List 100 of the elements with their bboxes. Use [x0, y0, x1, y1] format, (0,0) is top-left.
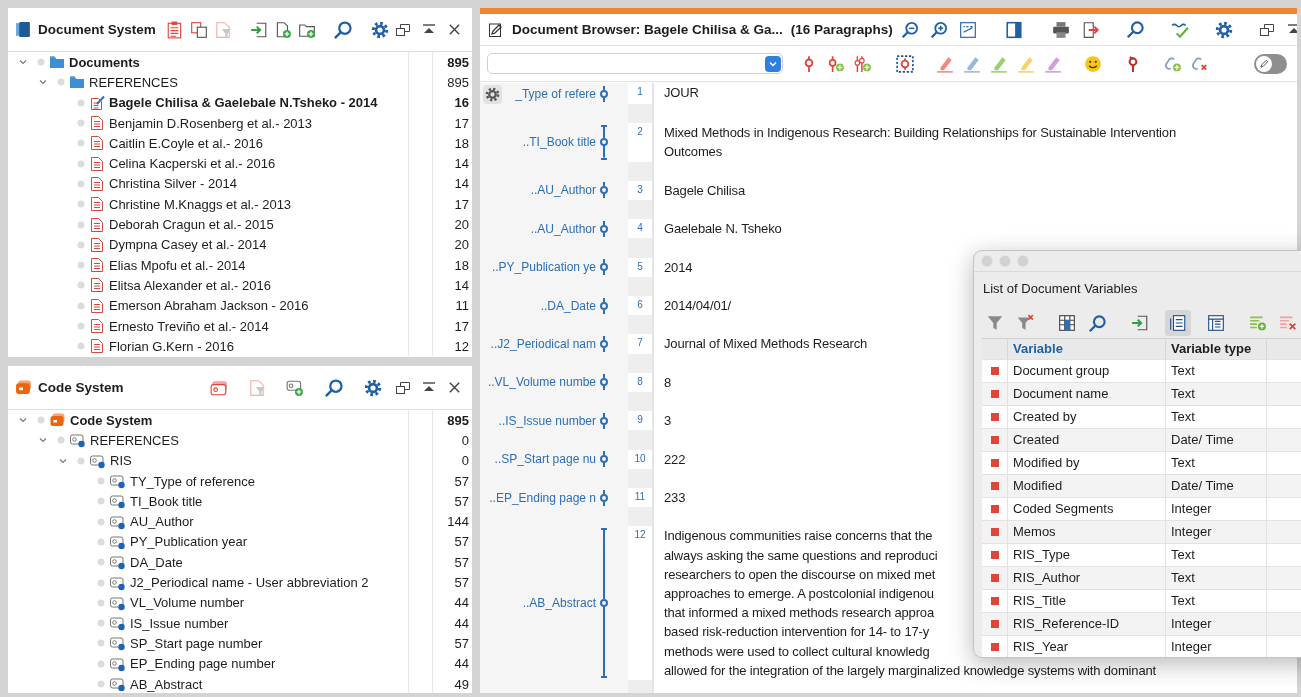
document-icon: [89, 115, 105, 132]
settings-icon[interactable]: [371, 20, 389, 39]
undock-icon[interactable]: [395, 379, 411, 396]
search-icon[interactable]: [333, 19, 354, 40]
tree-item[interactable]: Bagele Chilisa & Gaelebale N.Tsheko - 2014: [109, 95, 378, 111]
tree-item[interactable]: Code System: [70, 412, 153, 428]
variable-square-icon: [989, 366, 1000, 376]
code-marker-icon[interactable]: [599, 489, 608, 506]
count-label: 18: [454, 135, 469, 151]
code-marker-icon[interactable]: [599, 297, 608, 314]
count-label: 57: [454, 534, 469, 550]
code-icon: [69, 432, 86, 449]
code-marker-icon[interactable]: [599, 259, 608, 276]
tree-item[interactable]: TY_Type of reference: [130, 473, 255, 489]
paragraph-line: researchers to open the discourse on mixed met: [664, 565, 936, 584]
tree-item[interactable]: Elitsa Alexander et al.- 2016: [109, 277, 271, 293]
document-list-icon[interactable]: [165, 20, 184, 39]
code-icon: [109, 594, 126, 611]
tree-item[interactable]: Christina Silver - 2014: [109, 176, 237, 192]
tree-item[interactable]: Elias Mpofu et al.- 2014: [109, 257, 246, 273]
code-label[interactable]: ..AU_Author: [530, 221, 596, 236]
close-icon[interactable]: [447, 380, 462, 395]
tree-item[interactable]: Deborah Cragun et al.- 2015: [109, 217, 274, 232]
clear-filter-icon[interactable]: [1016, 314, 1034, 332]
tree-item[interactable]: Celina Kacperski et al.- 2016: [109, 156, 276, 172]
code-icon: [109, 513, 126, 530]
undock-icon[interactable]: [1258, 21, 1275, 38]
add-code-icon[interactable]: [827, 54, 845, 73]
tree-item[interactable]: RIS: [110, 453, 132, 469]
table-cell: Modified: [1007, 475, 1165, 497]
tree-item[interactable]: AB_Abstract: [130, 676, 203, 692]
table-cell: Date/ Time: [1165, 429, 1266, 451]
code-marker-icon[interactable]: [599, 335, 608, 352]
smiley-icon[interactable]: [1084, 54, 1102, 73]
search-icon[interactable]: [1125, 20, 1145, 39]
highlighter-icon[interactable]: [936, 54, 954, 73]
code-label[interactable]: ..TI_Book title: [522, 135, 596, 150]
detail-view-icon[interactable]: [1207, 314, 1225, 332]
tree-item[interactable]: Ernesto Treviño et al.- 2014: [109, 318, 269, 334]
tree-item[interactable]: Florian G.Kern - 2016: [109, 338, 234, 354]
tree-item[interactable]: Emerson Abraham Jackson - 2016: [109, 298, 309, 314]
tree-item[interactable]: SP_Start page number: [130, 635, 263, 651]
tree-item[interactable]: J2_Periodical name - User abbreviation 2: [130, 575, 369, 590]
tree-item[interactable]: EP_Ending page number: [130, 656, 276, 672]
tree-item[interactable]: Documents: [69, 54, 140, 70]
import-icon[interactable]: [249, 20, 268, 39]
list-view-button[interactable]: [1165, 310, 1191, 336]
code-icon: [109, 635, 126, 652]
add-codes-icon[interactable]: [854, 54, 872, 73]
paragraph-text: 222: [664, 450, 686, 469]
search-icon[interactable]: [1088, 313, 1107, 333]
tree-item[interactable]: VL_Volume number: [130, 595, 245, 611]
code-bracket-icon[interactable]: [599, 526, 608, 680]
settings-button[interactable]: [483, 85, 502, 104]
new-code-icon[interactable]: [285, 378, 304, 397]
code-marker-icon[interactable]: [599, 412, 608, 429]
code-dropdown[interactable]: [487, 53, 783, 74]
tree-item[interactable]: DA_Date: [130, 554, 183, 570]
tree-item[interactable]: Caitlin E.Coyle et al.- 2016: [109, 135, 263, 151]
zoom-out-icon[interactable]: [900, 20, 919, 39]
tree-item[interactable]: REFERENCES: [90, 432, 179, 448]
code-marker-icon[interactable]: [599, 374, 608, 391]
tree-item[interactable]: PY_Publication year: [130, 534, 248, 550]
delete-variable-icon[interactable]: [1279, 314, 1297, 332]
filter-icon[interactable]: [986, 314, 1004, 332]
print-icon[interactable]: [1050, 20, 1071, 39]
code-marker-icon[interactable]: [599, 451, 608, 468]
edit-mode-toggle[interactable]: [1254, 53, 1287, 74]
close-icon[interactable]: [447, 22, 462, 37]
code-marker-icon[interactable]: [599, 85, 608, 102]
column-header[interactable]: Variable type: [1165, 339, 1266, 359]
code-filter-icon[interactable]: [209, 378, 228, 397]
undock-icon[interactable]: [395, 21, 411, 38]
zoom-in-icon[interactable]: [929, 20, 948, 39]
tree-item[interactable]: AU_Author: [130, 514, 194, 530]
code-marker-icon[interactable]: [599, 182, 608, 199]
tree-item[interactable]: REFERENCES: [89, 74, 178, 90]
code-label[interactable]: ..AB_Abstract: [522, 596, 596, 611]
tree-item[interactable]: Benjamin D.Rosenberg et al.- 2013: [109, 115, 313, 131]
table-icon[interactable]: [1058, 314, 1076, 332]
table-cell: RIS_Author: [1007, 567, 1165, 589]
settings-icon[interactable]: [363, 378, 382, 397]
code-marker-icon[interactable]: [599, 220, 608, 237]
tree-item[interactable]: TI_Book title: [130, 493, 203, 509]
export-icon[interactable]: [1081, 20, 1100, 39]
code-label[interactable]: ..DA_Date: [540, 298, 596, 313]
search-icon[interactable]: [323, 377, 344, 398]
code-bracket-icon[interactable]: [599, 123, 608, 162]
tree-item[interactable]: IS_Issue number: [130, 615, 229, 631]
variable-square-icon: [989, 481, 1000, 491]
selection-box-icon[interactable]: [896, 54, 914, 73]
tree-item[interactable]: Christine M.Knaggs et al.- 2013: [109, 196, 292, 212]
import-icon[interactable]: [1131, 314, 1149, 332]
tree-item[interactable]: Dympna Casey et al.- 2014: [109, 237, 267, 253]
column-header[interactable]: Variable: [1007, 339, 1165, 359]
panel-icon[interactable]: [1004, 20, 1023, 39]
code-label[interactable]: ..AU_Author: [530, 183, 596, 198]
settings-icon[interactable]: [1214, 20, 1233, 39]
copy-icon[interactable]: [189, 20, 208, 39]
count-label: 17: [454, 115, 469, 131]
